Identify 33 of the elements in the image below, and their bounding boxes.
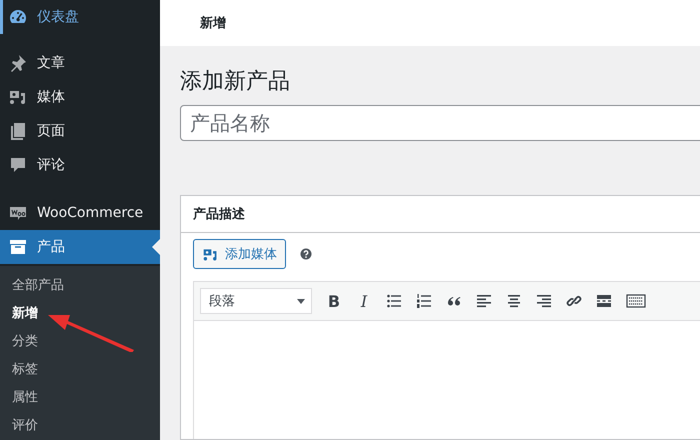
link-icon[interactable]: [566, 293, 582, 309]
bold-button[interactable]: B: [326, 292, 342, 310]
menu-item[interactable]: 文章: [0, 46, 160, 80]
submenu-item[interactable]: 属性: [0, 384, 160, 412]
top-bar-title: 新增: [200, 14, 226, 32]
menu-item[interactable]: 页面: [0, 114, 160, 148]
numbered-list-icon[interactable]: [416, 293, 432, 309]
align-center-icon[interactable]: [506, 293, 522, 309]
read-more-icon[interactable]: [596, 293, 612, 309]
submenu-item[interactable]: 标签: [0, 356, 160, 384]
submenu-item[interactable]: 全部产品: [0, 272, 160, 300]
italic-button[interactable]: I: [356, 292, 372, 310]
caret-icon: [297, 298, 305, 304]
align-left-icon[interactable]: [476, 293, 492, 309]
title-field[interactable]: 产品名称: [180, 105, 700, 141]
align-right-icon[interactable]: [536, 293, 552, 309]
pages-icon: [8, 121, 28, 141]
submenu-item[interactable]: 新增: [0, 300, 160, 328]
panel-title: 产品描述: [193, 206, 245, 223]
menu-item[interactable]: 评论: [0, 148, 160, 182]
page-title: 添加新产品: [180, 68, 291, 96]
add-media-button[interactable]: 添加媒体: [193, 239, 286, 269]
menu-item[interactable]: 产品: [0, 230, 160, 264]
menu-item[interactable]: 媒体: [0, 80, 160, 114]
bullet-list-icon[interactable]: [386, 293, 402, 309]
help-icon[interactable]: [300, 248, 312, 260]
format-select[interactable]: 段落: [200, 288, 312, 314]
submenu-item[interactable]: 分类: [0, 328, 160, 356]
submenu-item[interactable]: 评价: [0, 412, 160, 440]
archive-icon: [8, 237, 28, 257]
comment-icon: [8, 155, 28, 175]
menu-item[interactable]: WooCommerce: [0, 196, 160, 230]
toolbar-toggle-icon[interactable]: [626, 293, 646, 309]
